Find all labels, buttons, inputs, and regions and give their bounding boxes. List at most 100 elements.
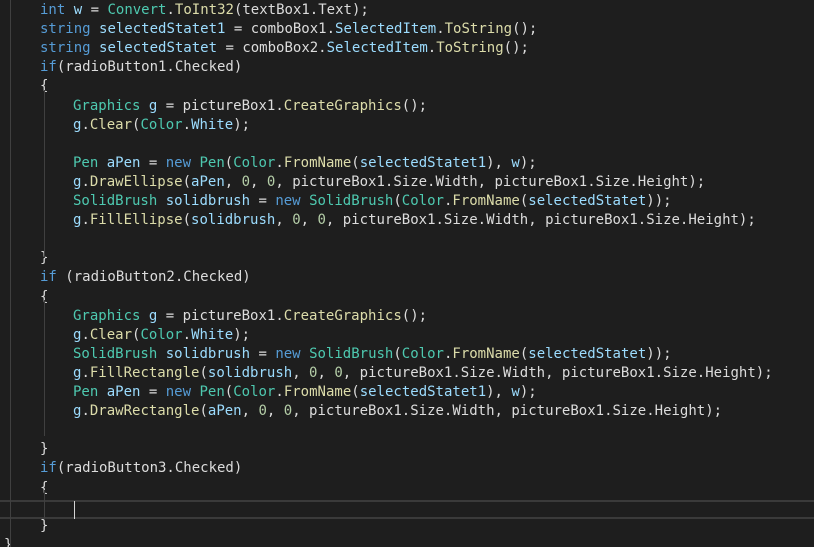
code-token: selectedStatet1 bbox=[99, 21, 226, 38]
code-token: (); bbox=[401, 97, 428, 114]
code-token: = bbox=[250, 345, 276, 362]
code-line: if (radioButton2.Checked) bbox=[0, 268, 251, 287]
code-line: string selectedStatet1 = comboBox1.Selec… bbox=[0, 20, 537, 39]
code-token: (textBox1.Text); bbox=[233, 2, 369, 18]
code-line: g.FillEllipse(solidbrush, 0, 0, pictureB… bbox=[0, 211, 756, 230]
code-token: Color bbox=[401, 345, 444, 362]
code-token: (); bbox=[512, 21, 538, 38]
code-line: SolidBrush solidbrush = new SolidBrush(C… bbox=[0, 192, 672, 211]
code-token: ( bbox=[393, 193, 402, 209]
code-token: ( bbox=[351, 384, 360, 400]
code-line: { bbox=[0, 77, 48, 96]
code-token: . bbox=[427, 40, 437, 57]
code-token: , bbox=[300, 212, 318, 229]
code-token: SolidBrush bbox=[309, 193, 394, 209]
code-token: . bbox=[436, 21, 445, 38]
code-token: w bbox=[511, 384, 520, 400]
code-token: . bbox=[182, 326, 192, 343]
code-token: ); bbox=[233, 326, 251, 343]
code-token: if bbox=[40, 460, 57, 477]
code-token: Color bbox=[233, 384, 276, 400]
code-token: Color bbox=[140, 326, 183, 343]
code-token: ( bbox=[224, 154, 234, 171]
code-token: ( bbox=[182, 212, 192, 229]
code-token: w bbox=[511, 154, 520, 171]
code-token: ), bbox=[486, 154, 512, 171]
code-token: . bbox=[81, 116, 90, 133]
code-token: ToString bbox=[436, 40, 504, 57]
code-token: SolidBrush bbox=[309, 345, 394, 362]
code-token: Graphics bbox=[73, 97, 141, 114]
code-line: if(radioButton3.Checked) bbox=[0, 459, 242, 478]
code-token: 0 bbox=[292, 212, 301, 229]
code-line: g.FillRectangle(solidbrush, 0, 0, pictur… bbox=[0, 364, 773, 383]
code-token: , bbox=[292, 364, 310, 381]
code-token: ); bbox=[233, 116, 251, 133]
code-token: . bbox=[275, 154, 284, 171]
code-token: . bbox=[81, 326, 90, 343]
code-token: FillEllipse bbox=[89, 212, 183, 229]
code-token: SelectedItem bbox=[335, 21, 437, 38]
code-token: 0 bbox=[283, 403, 293, 420]
code-token: , bbox=[241, 403, 259, 420]
code-token: , bbox=[250, 173, 267, 190]
code-editor[interactable]: int w = Convert.ToInt32(textBox1.Text); s… bbox=[0, 0, 814, 547]
code-token: = bbox=[82, 2, 108, 18]
code-token: Pen bbox=[199, 384, 225, 400]
code-line: if(radioButton1.Checked) bbox=[0, 58, 242, 77]
code-token: , pictureBox1.Size.Width, pictureBox1.Si… bbox=[325, 212, 756, 229]
code-token: , bbox=[224, 173, 242, 190]
code-token: Color bbox=[233, 154, 276, 171]
code-token: 0 bbox=[317, 212, 326, 229]
code-line: int w = Convert.ToInt32(textBox1.Text); bbox=[0, 1, 369, 20]
code-token: , bbox=[275, 212, 293, 229]
code-line: Graphics g = pictureBox1.CreateGraphics(… bbox=[0, 307, 427, 326]
code-token: Color bbox=[140, 116, 183, 133]
code-token: if bbox=[40, 59, 57, 76]
code-token: solidbrush bbox=[207, 364, 293, 381]
code-token: SolidBrush bbox=[73, 193, 158, 209]
code-token: . bbox=[182, 116, 192, 133]
code-token: Clear bbox=[89, 326, 133, 343]
code-token: FromName bbox=[283, 154, 352, 171]
code-line: g.Clear(Color.White); bbox=[0, 326, 250, 345]
code-token: Convert bbox=[107, 2, 167, 18]
code-token: string bbox=[40, 21, 91, 38]
code-token: )); bbox=[646, 345, 672, 362]
code-token: solidbrush bbox=[165, 345, 251, 362]
indent-guide bbox=[10, 0, 11, 547]
code-token: SelectedItem bbox=[326, 40, 428, 57]
code-token: } bbox=[40, 441, 49, 458]
code-token: if bbox=[40, 269, 57, 286]
code-token: ( bbox=[351, 154, 360, 171]
code-line: } bbox=[0, 440, 48, 459]
code-token: )); bbox=[646, 193, 672, 209]
code-token: = pictureBox1. bbox=[157, 97, 284, 114]
indent-guide bbox=[44, 490, 45, 520]
code-line: SolidBrush solidbrush = new SolidBrush(C… bbox=[0, 345, 672, 364]
code-token: FillRectangle bbox=[89, 364, 200, 381]
code-token: 0 bbox=[334, 364, 343, 381]
code-token: ), bbox=[486, 384, 512, 400]
code-line: g.DrawEllipse(aPen, 0, 0, pictureBox1.Si… bbox=[0, 173, 705, 192]
code-line: string selectedStatet = comboBox2.Select… bbox=[0, 39, 529, 58]
code-token: selectedStatet1 bbox=[359, 384, 487, 400]
code-line: Pen aPen = new Pen(Color.FromName(select… bbox=[0, 383, 537, 402]
code-token: (radioButton3.Checked) bbox=[56, 460, 243, 477]
code-token: selectedStatet bbox=[528, 193, 647, 209]
code-token: , pictureBox1.Size.Width, pictureBox1.Si… bbox=[292, 403, 723, 420]
code-token: = comboBox2. bbox=[217, 40, 327, 57]
code-token: . bbox=[81, 173, 90, 190]
code-token: FromName bbox=[452, 193, 520, 209]
code-token: aPen bbox=[106, 154, 141, 171]
code-token: aPen bbox=[191, 173, 225, 190]
code-token: selectedStatet bbox=[528, 345, 647, 362]
